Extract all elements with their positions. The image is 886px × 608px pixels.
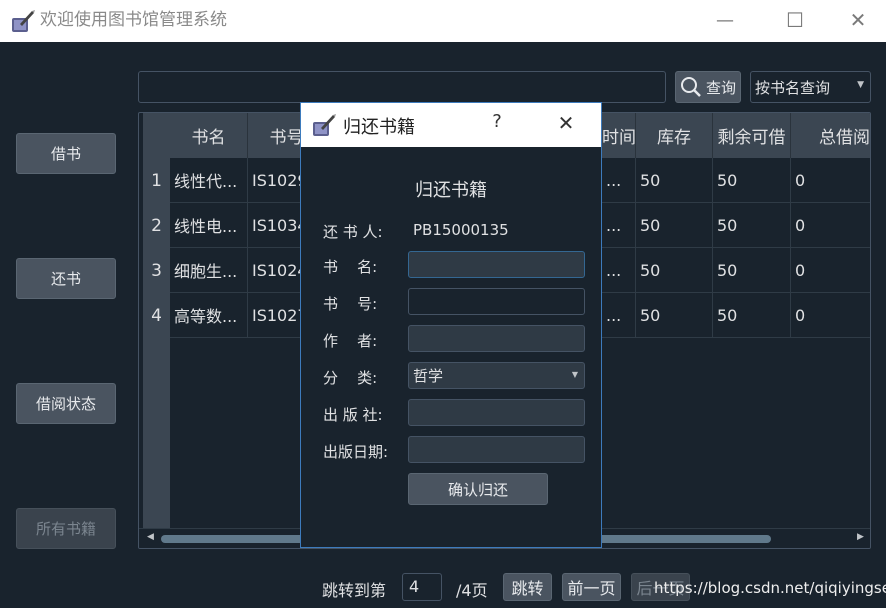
table-cell-total[interactable]: 0: [791, 293, 870, 338]
table-cell-time[interactable]: ...: [602, 203, 636, 248]
search-input[interactable]: [138, 71, 666, 103]
table-cell-stock[interactable]: 50: [636, 293, 713, 338]
chevron-down-icon: ▼: [857, 80, 864, 90]
publish-date-input[interactable]: [408, 436, 585, 463]
close-icon: ✕: [849, 8, 867, 32]
table-cell-time[interactable]: ...: [602, 248, 636, 293]
help-icon: ?: [492, 111, 502, 132]
publish-date-label: 出版日期:: [323, 443, 389, 461]
table-cell-stock[interactable]: 50: [636, 248, 713, 293]
scroll-right-icon[interactable]: ▶: [857, 532, 864, 542]
table-cell-time[interactable]: ...: [602, 158, 636, 203]
publisher-label: 出 版 社:: [323, 406, 383, 424]
row-number[interactable]: 1: [143, 158, 170, 203]
minimize-icon: —: [716, 9, 734, 31]
total-pages-label: /4页: [456, 581, 488, 600]
book-number-label: 书 号:: [323, 295, 378, 313]
table-cell-stock[interactable]: 50: [636, 158, 713, 203]
book-name-label: 书 名:: [323, 258, 378, 276]
column-header-title[interactable]: 书名: [170, 113, 248, 158]
table-cell-total[interactable]: 0: [791, 158, 870, 203]
table-cell-title[interactable]: 细胞生...: [170, 248, 248, 293]
table-cell-title[interactable]: 高等数...: [170, 293, 248, 338]
watermark: https://blog.csdn.net/qiqiyingse: [654, 579, 886, 597]
category-label: 分 类:: [323, 369, 378, 387]
table-cell-available[interactable]: 50: [713, 248, 791, 293]
table-cell-time[interactable]: ...: [602, 293, 636, 338]
book-name-input[interactable]: [408, 251, 585, 278]
returner-label: 还 书 人:: [323, 223, 383, 241]
table-cell-stock[interactable]: 50: [636, 203, 713, 248]
maximize-button[interactable]: ☐: [760, 0, 830, 40]
dialog-titlebar: 归还书籍 ? ✕: [301, 103, 601, 147]
dialog-title: 归还书籍: [343, 117, 415, 138]
table-cell-available[interactable]: 50: [713, 158, 791, 203]
dialog-heading: 归还书籍: [415, 180, 487, 201]
prev-page-button[interactable]: 前一页: [562, 573, 621, 601]
author-input[interactable]: [408, 325, 585, 352]
column-header-time[interactable]: 时间: [602, 113, 636, 158]
table-cell-available[interactable]: 50: [713, 203, 791, 248]
scroll-left-icon[interactable]: ◀: [147, 532, 154, 542]
window-titlebar: 欢迎使用图书馆管理系统 — ☐ ✕: [0, 0, 886, 42]
search-mode-select[interactable]: 按书名查询 ▼: [750, 71, 871, 103]
borrow-button[interactable]: 借书: [16, 133, 116, 174]
column-header-stock[interactable]: 库存: [636, 113, 713, 158]
borrow-status-button[interactable]: 借阅状态: [16, 383, 116, 424]
table-cell-total[interactable]: 0: [791, 203, 870, 248]
table-cell-total[interactable]: 0: [791, 248, 870, 293]
minimize-button[interactable]: —: [690, 0, 760, 40]
page-number-input[interactable]: 4: [402, 573, 442, 601]
maximize-icon: ☐: [786, 8, 804, 32]
return-book-dialog: 归还书籍 ? ✕ 归还书籍 还 书 人: PB15000135 书 名: 书 号…: [300, 102, 602, 548]
close-button[interactable]: ✕: [830, 0, 886, 40]
app-icon: [313, 114, 336, 136]
jump-label: 跳转到第: [322, 581, 387, 600]
table-cell-title[interactable]: 线性代...: [170, 158, 248, 203]
close-icon: ✕: [557, 111, 575, 135]
confirm-return-button[interactable]: 确认归还: [408, 473, 548, 505]
all-books-button[interactable]: 所有书籍: [16, 508, 116, 549]
row-number[interactable]: 3: [143, 248, 170, 293]
search-icon: [680, 77, 701, 97]
author-label: 作 者:: [323, 332, 378, 350]
dialog-close-button[interactable]: ✕: [551, 111, 581, 135]
table-cell-title[interactable]: 线性电...: [170, 203, 248, 248]
search-button[interactable]: 查询: [675, 71, 741, 103]
column-header-available[interactable]: 剩余可借: [713, 113, 791, 158]
help-button[interactable]: ?: [483, 111, 511, 132]
category-select[interactable]: 哲学 ▼: [408, 362, 585, 389]
row-number[interactable]: 4: [143, 293, 170, 338]
column-header-total[interactable]: 总借阅: [791, 113, 870, 158]
window-title: 欢迎使用图书馆管理系统: [40, 10, 227, 30]
row-number[interactable]: 2: [143, 203, 170, 248]
book-number-input[interactable]: [408, 288, 585, 315]
returner-value: PB15000135: [413, 221, 509, 239]
publisher-input[interactable]: [408, 399, 585, 426]
chevron-down-icon: ▼: [571, 370, 578, 379]
return-button[interactable]: 还书: [16, 258, 116, 299]
table-cell-available[interactable]: 50: [713, 293, 791, 338]
jump-button[interactable]: 跳转: [503, 573, 552, 601]
app-icon: [12, 10, 35, 32]
